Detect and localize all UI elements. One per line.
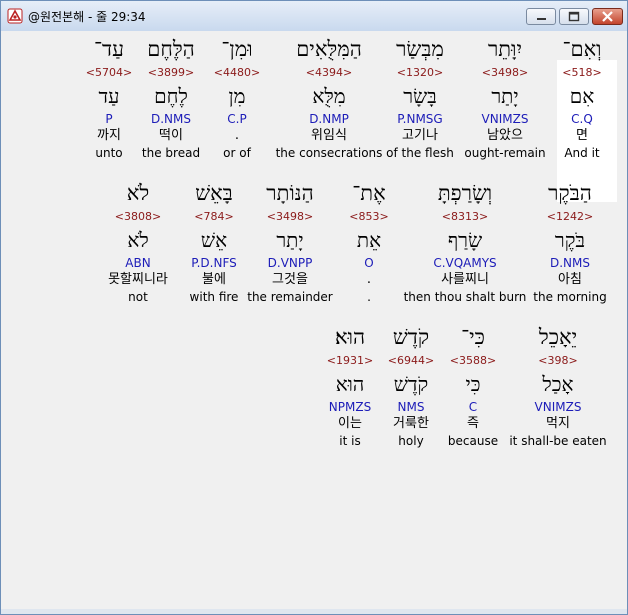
lexical-form: הוּא — [335, 372, 365, 396]
hebrew-word: הוּא׃ — [334, 325, 366, 349]
window-title: @원전본해 - 줄 29:34 — [28, 10, 146, 24]
korean-gloss: 이는 — [338, 416, 362, 431]
english-gloss: not — [128, 290, 148, 304]
hebrew-word: עַד־ — [93, 37, 125, 61]
morphology-code: NPMZS — [328, 400, 372, 414]
interlinear-view: וְאִם־ <518> אִם C.Q 면 And it יִוָּתֵר <3498> יָ… — [6, 31, 622, 609]
minimize-button[interactable] — [526, 8, 556, 25]
korean-gloss: 까지 — [97, 128, 121, 143]
word-column[interactable]: לֹא <3808> לֹא ABN 못할찌니라 not — [73, 177, 203, 305]
morphology-code: P — [105, 112, 113, 126]
close-button[interactable] — [592, 8, 623, 25]
korean-gloss: 못할찌니라 — [108, 272, 168, 287]
maximize-button[interactable] — [559, 8, 589, 25]
word-column[interactable]: עַד־ <5704> עַד P 까지 unto — [44, 33, 174, 161]
close-icon — [602, 11, 613, 22]
maximize-icon — [568, 11, 580, 22]
lexical-form: לֹא — [127, 228, 149, 252]
hebrew-word: לֹא — [126, 181, 150, 205]
english-gloss: unto — [95, 146, 123, 160]
app-window: @원전본해 - 줄 29:34 וְאִם־ <518> אִם C.Q 면 And it… — [0, 0, 628, 615]
title-bar[interactable]: @원전본해 - 줄 29:34 — [1, 1, 627, 31]
strong-number[interactable]: <1931> — [285, 353, 415, 369]
morphology-code: ABN — [125, 256, 151, 270]
lexical-form: עַד — [98, 84, 120, 108]
minimize-icon — [537, 18, 546, 20]
strong-number[interactable]: <3808> — [73, 209, 203, 225]
strong-number[interactable]: <5704> — [44, 65, 174, 81]
english-gloss: it is — [339, 434, 361, 448]
app-icon — [7, 8, 23, 24]
word-column[interactable]: הוּא׃ <1931> הוּא NPMZS 이는 it is — [285, 321, 415, 449]
window-bottom-edge — [1, 609, 627, 614]
